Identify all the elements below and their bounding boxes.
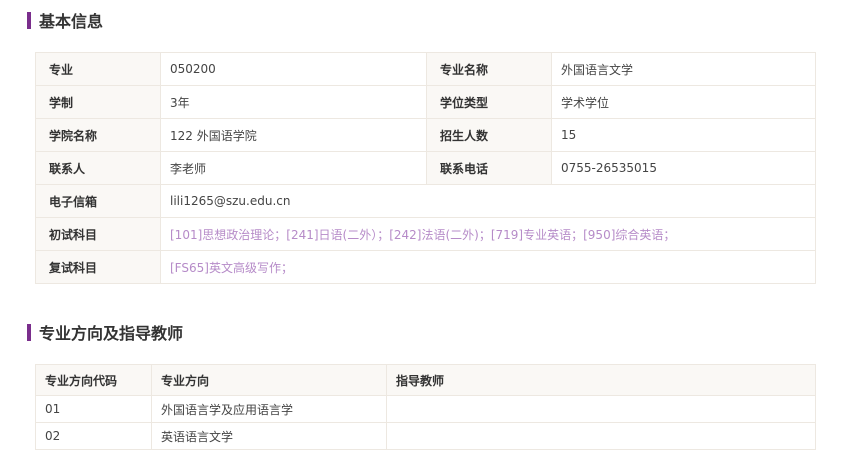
section-accent-bar [27,323,31,341]
label-initial-exam: 初试科目 [35,217,161,251]
table-row: 联系人 李老师 联系电话 0755-26535015 [35,151,816,185]
column-header-code: 专业方向代码 [35,364,152,396]
label-contact: 联系人 [35,151,161,185]
direction-code: 02 [35,422,152,450]
table-header-row: 专业方向代码 专业方向 指导教师 [35,364,816,396]
value-enrollment: 15 [551,118,816,152]
direction-code: 01 [35,395,152,423]
table-row: 学院名称 122 外国语学院 招生人数 15 [35,118,816,152]
value-college: 122 外国语学院 [160,118,427,152]
directions-table: 专业方向代码 专业方向 指导教师 01 外国语言学及应用语言学 02 英语语言文… [35,364,816,450]
basic-info-table: 专业 050200 专业名称 外国语言文学 学制 3年 学位类型 学术学位 学院… [35,52,816,284]
label-phone: 联系电话 [426,151,552,185]
direction-advisor [386,422,816,450]
value-major-name: 外国语言文学 [551,52,816,86]
direction-advisor [386,395,816,423]
section-accent-bar [27,11,31,29]
label-enrollment: 招生人数 [426,118,552,152]
table-row: 初试科目 [101]思想政治理论；[241]日语(二外）；[242]法语(二外)… [35,217,816,251]
section-title-text: 专业方向及指导教师 [39,324,184,343]
table-row: 学制 3年 学位类型 学术学位 [35,85,816,119]
table-row: 02 英语语言文学 [35,422,816,450]
section-title-text: 基本信息 [39,12,104,31]
value-email: lili1265@szu.edu.cn [160,184,816,218]
table-row: 01 外国语言学及应用语言学 [35,395,816,423]
table-row: 专业 050200 专业名称 外国语言文学 [35,52,816,86]
label-college: 学院名称 [35,118,161,152]
initial-exam-subjects-link[interactable]: [101]思想政治理论；[241]日语(二外）；[242]法语(二外)；[719… [160,217,816,251]
retest-exam-subjects-link[interactable]: [FS65]英文高级写作； [160,250,816,284]
column-header-advisor: 指导教师 [386,364,816,396]
value-major-code: 050200 [160,52,427,86]
label-email: 电子信箱 [35,184,161,218]
value-degree-type: 学术学位 [551,85,816,119]
value-duration: 3年 [160,85,427,119]
section-title-directions: 专业方向及指导教师 [27,322,184,343]
table-row: 电子信箱 lili1265@szu.edu.cn [35,184,816,218]
direction-name: 外国语言学及应用语言学 [151,395,387,423]
value-phone: 0755-26535015 [551,151,816,185]
label-duration: 学制 [35,85,161,119]
label-major-code: 专业 [35,52,161,86]
section-title-basic-info: 基本信息 [27,10,104,31]
value-contact: 李老师 [160,151,427,185]
column-header-direction: 专业方向 [151,364,387,396]
label-retest-exam: 复试科目 [35,250,161,284]
direction-name: 英语语言文学 [151,422,387,450]
label-degree-type: 学位类型 [426,85,552,119]
table-row: 复试科目 [FS65]英文高级写作； [35,250,816,284]
label-major-name: 专业名称 [426,52,552,86]
